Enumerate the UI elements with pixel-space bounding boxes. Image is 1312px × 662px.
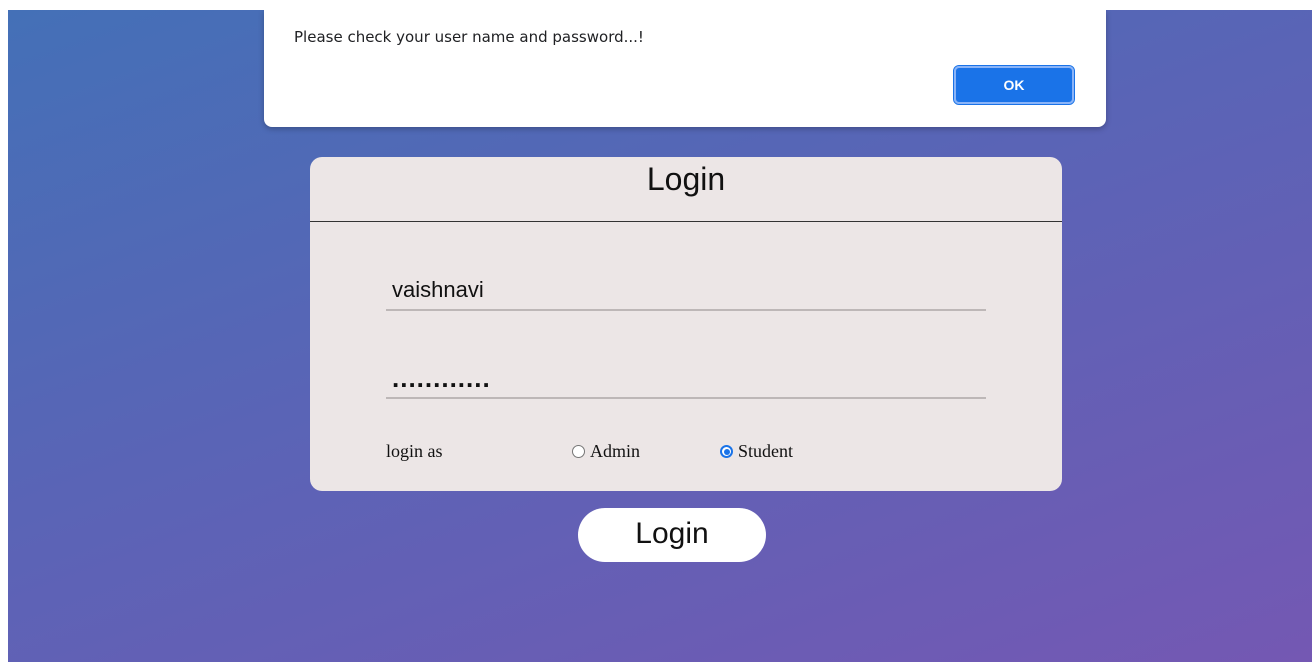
alert-dialog: Please check your user name and password…	[264, 10, 1106, 127]
password-input[interactable]	[386, 359, 986, 399]
admin-radio[interactable]	[572, 445, 585, 458]
login-card: Login login as Admin Student	[310, 157, 1062, 491]
alert-message: Please check your user name and password…	[294, 28, 644, 46]
login-as-label: login as	[386, 441, 443, 461]
ok-button[interactable]: OK	[953, 65, 1075, 105]
login-button[interactable]: Login	[578, 508, 766, 562]
login-as-row: login as Admin Student	[386, 441, 986, 463]
admin-label: Admin	[590, 441, 641, 461]
role-option-admin[interactable]: Admin	[572, 441, 640, 462]
student-radio[interactable]	[720, 445, 733, 458]
student-label: Student	[738, 441, 794, 461]
login-title: Login	[310, 157, 1062, 222]
username-input[interactable]	[386, 271, 986, 311]
role-option-student[interactable]: Student	[720, 441, 793, 462]
page-background: Please check your user name and password…	[8, 10, 1312, 662]
